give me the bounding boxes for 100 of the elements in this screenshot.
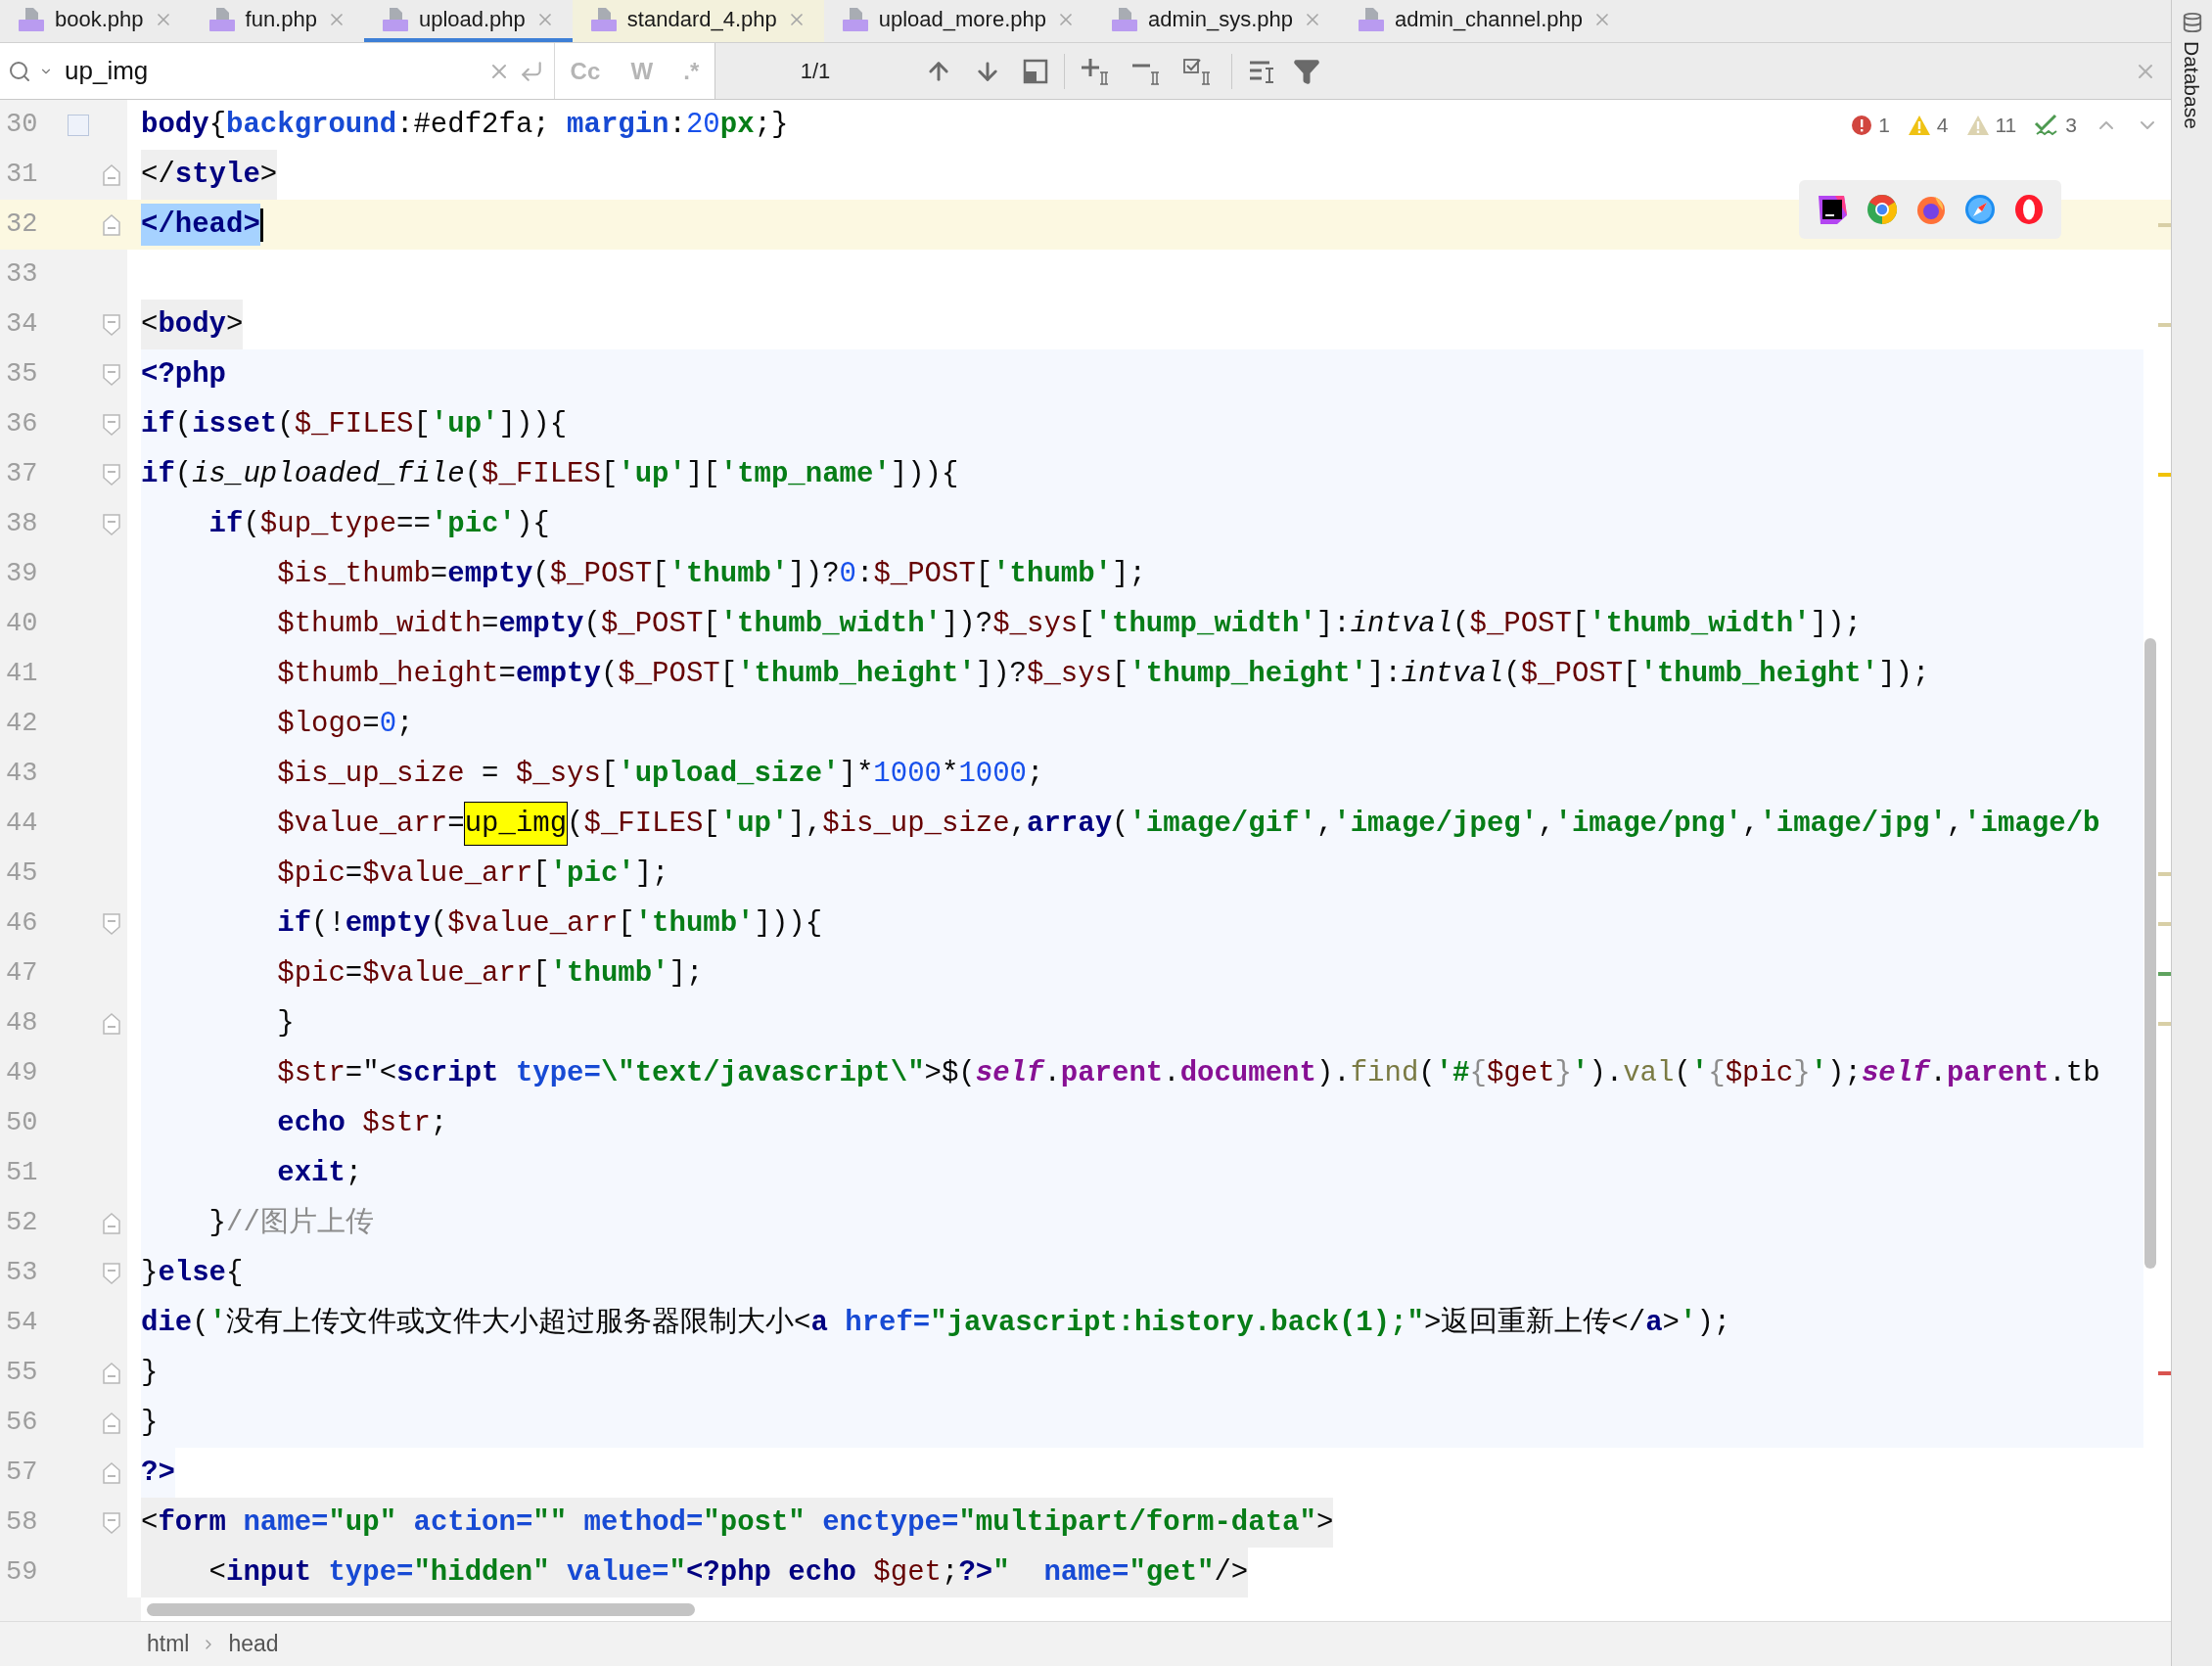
file-tab[interactable]: admin_channel.php (1339, 0, 1630, 42)
file-tab[interactable]: standard_4.php (572, 0, 824, 42)
line-number: 46 (5, 907, 39, 941)
code-line: echo $str; (276, 1105, 448, 1141)
php-file-icon (18, 6, 45, 32)
fold-marker-icon[interactable] (102, 162, 121, 187)
code-line: $value_arr=up_img($_FILES['up'],$is_up_size,array('image/gif','image/jpeg','image/png','image/jpg','image/b (141, 799, 2100, 849)
line-number: 37 (5, 458, 39, 491)
code-line: body{background:#edf2fa; margin:20px;} (141, 107, 789, 143)
firefox-icon[interactable] (1915, 194, 1947, 225)
code-line: if($up_type=='pic'){ (207, 506, 550, 542)
line-number: 49 (5, 1057, 39, 1090)
inspection-count[interactable]: 1 (1878, 110, 1890, 141)
code-line: }else{ (141, 1255, 244, 1291)
line-number: 38 (5, 508, 39, 541)
side-panel-tab[interactable]: Database (2176, 41, 2208, 129)
fold-marker-icon[interactable] (102, 412, 121, 437)
inspection-count[interactable]: 4 (1936, 110, 1949, 141)
window-icon[interactable] (1023, 58, 1048, 84)
line-number: 45 (5, 857, 39, 891)
file-tab[interactable]: book.php (0, 0, 191, 42)
fold-marker-icon[interactable] (102, 462, 121, 486)
line-number: 54 (5, 1307, 39, 1340)
code-line: }//图片上传 (207, 1205, 374, 1241)
line-number: 51 (5, 1157, 39, 1190)
line-number: 57 (5, 1457, 39, 1490)
php-file-icon (1357, 6, 1385, 32)
fold-marker-icon[interactable] (102, 362, 121, 387)
code-line: } (276, 1005, 295, 1041)
fold-marker-icon[interactable] (102, 1011, 121, 1036)
line-number: 42 (5, 708, 39, 741)
php-file-icon (589, 6, 618, 32)
line-number: 56 (5, 1407, 39, 1440)
line-number: 59 (5, 1556, 39, 1590)
fold-marker-icon[interactable] (102, 1261, 121, 1285)
warning-icon (1907, 114, 1931, 136)
stripe-mark[interactable] (2158, 971, 2171, 976)
file-tab[interactable]: fun.php (190, 0, 364, 42)
file-tab[interactable]: upload_more.php (823, 0, 1093, 42)
line-number: 44 (5, 808, 39, 841)
line-number: 32 (5, 208, 39, 242)
line-number: 41 (5, 658, 39, 691)
php-file-icon (1111, 6, 1138, 32)
fold-marker-icon[interactable] (102, 1411, 121, 1435)
breadcrumb[interactable]: head (228, 1627, 279, 1661)
code-line: <?php (141, 356, 226, 393)
fold-marker-icon[interactable] (102, 312, 121, 337)
code-line: $str="<script type=\"text/javascript\">$(self.parent.document).find('#{$get}').val('{$pic}');self.parent.tb (276, 1055, 2100, 1091)
filter-icon[interactable] (1293, 57, 1320, 85)
line-number: 48 (5, 1007, 39, 1041)
search-icon[interactable] (8, 59, 31, 83)
compass-icon[interactable] (1964, 194, 1996, 225)
code-line: } (141, 1355, 159, 1391)
result-count: 1/1 (800, 58, 831, 85)
fold-marker-icon[interactable] (102, 1211, 121, 1235)
line-number: 47 (5, 957, 39, 991)
line-number: 39 (5, 558, 39, 591)
text-caret (259, 208, 263, 242)
line-number: 58 (5, 1506, 39, 1540)
stripe-mark[interactable] (2158, 1370, 2171, 1375)
code-line: $thumb_width=empty($_POST['thumb_width'])?$_sys['thump_width']:intval($_POST['thumb_width']); (276, 606, 1862, 642)
ide-logo-icon[interactable] (1816, 193, 1849, 226)
line-number: 36 (5, 408, 39, 441)
stripe-mark[interactable] (2158, 472, 2171, 477)
code-line: if(!empty($value_arr['thumb'])){ (276, 905, 823, 942)
vertical-scrollbar[interactable] (2144, 638, 2156, 1269)
fold-marker-icon[interactable] (102, 1361, 121, 1385)
error-icon (1851, 114, 1873, 136)
code-line: if(is_uploaded_file($_FILES['up']['tmp_name'])){ (141, 456, 959, 492)
line-number: 53 (5, 1257, 39, 1290)
database-icon[interactable] (2181, 12, 2203, 33)
code-line: } (141, 1405, 159, 1441)
fold-marker-icon[interactable] (102, 212, 121, 237)
line-number: 34 (5, 308, 39, 342)
code-line: $pic=$value_arr['pic']; (276, 856, 669, 892)
code-line: $is_thumb=empty($_POST['thumb'])?0:$_POST['thumb']; (276, 556, 1146, 592)
fold-marker-icon[interactable] (102, 1510, 121, 1535)
line-number: 31 (5, 159, 39, 192)
fold-marker-icon[interactable] (102, 911, 121, 936)
opera-icon[interactable] (2013, 194, 2045, 225)
horizontal-scrollbar[interactable] (147, 1602, 695, 1616)
inspection-count[interactable]: 11 (1995, 110, 2017, 141)
file-tab[interactable]: admin_sys.php (1093, 0, 1340, 42)
line-number: 40 (5, 608, 39, 641)
code-line: if(isset($_FILES['up'])){ (141, 406, 568, 442)
search-field[interactable]: up_img (0, 43, 554, 99)
php-file-icon (381, 6, 409, 32)
fold-marker-icon[interactable] (102, 512, 121, 536)
search-input[interactable]: up_img (65, 52, 480, 90)
fold-marker-icon[interactable] (102, 1460, 121, 1485)
chrome-icon[interactable] (1866, 194, 1898, 225)
inspection-count[interactable]: 3 (2065, 110, 2077, 141)
code-line: $logo=0; (276, 706, 414, 742)
line-number: 33 (5, 258, 39, 292)
breadcrumb[interactable]: html (147, 1627, 190, 1661)
warning-icon (1965, 114, 1990, 136)
line-number: 30 (5, 109, 39, 142)
line-number: 52 (5, 1207, 39, 1240)
code-line: exit; (276, 1155, 363, 1191)
code-line: $is_up_size = $_sys['upload_size']*1000*1000; (276, 756, 1044, 792)
